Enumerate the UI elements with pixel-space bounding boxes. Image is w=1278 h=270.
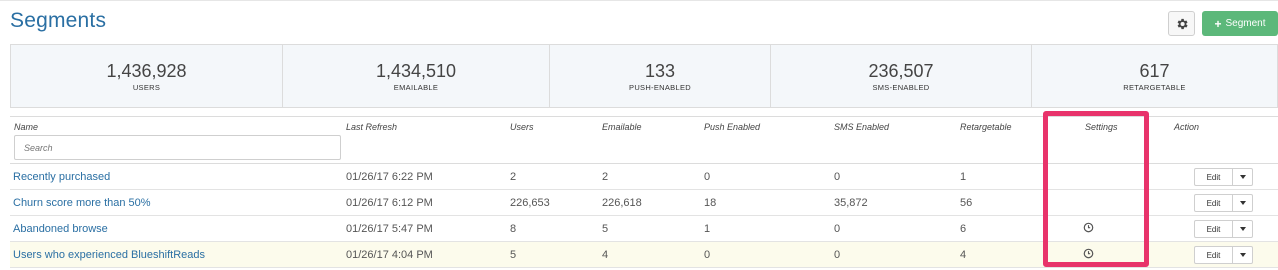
cell-push-enabled: 18 xyxy=(704,197,717,209)
stat-push-enabled: 133 PUSH-ENABLED xyxy=(550,45,771,107)
stat-value: 1,436,928 xyxy=(106,60,187,81)
stat-label: RETARGETABLE xyxy=(1123,82,1186,92)
stat-value: 617 xyxy=(1139,60,1170,81)
edit-button[interactable]: Edit xyxy=(1194,220,1233,238)
cell-users: 226,653 xyxy=(510,197,550,209)
edit-button[interactable]: Edit xyxy=(1194,194,1233,212)
action-dropdown-button[interactable] xyxy=(1233,220,1253,238)
search-input[interactable] xyxy=(14,135,341,160)
column-header-users[interactable]: Users xyxy=(510,122,534,132)
column-header-retargetable[interactable]: Retargetable xyxy=(960,122,1012,132)
chevron-down-icon xyxy=(1239,201,1246,205)
segment-name-link[interactable]: Abandoned browse xyxy=(13,223,108,235)
action-dropdown-button[interactable] xyxy=(1233,246,1253,264)
stats-bar: 1,436,928 USERS 1,434,510 EMAILABLE 133 … xyxy=(10,44,1278,108)
add-segment-label: Segment xyxy=(1225,18,1266,29)
stat-label: PUSH-ENABLED xyxy=(629,82,691,92)
column-header-action: Action xyxy=(1174,122,1200,132)
plus-icon: + xyxy=(1214,16,1222,31)
cell-last-refresh: 01/26/17 6:12 PM xyxy=(346,197,433,209)
stat-value: 236,507 xyxy=(868,60,934,81)
cell-last-refresh: 01/26/17 4:04 PM xyxy=(346,249,433,261)
column-header-emailable[interactable]: Emailable xyxy=(602,122,642,132)
cell-sms-enabled: 0 xyxy=(834,171,841,183)
stat-label: SMS-ENABLED xyxy=(872,82,930,92)
cell-emailable: 226,618 xyxy=(602,197,642,209)
cell-push-enabled: 0 xyxy=(704,249,711,261)
action-dropdown-button[interactable] xyxy=(1233,194,1253,212)
add-segment-button[interactable]: + Segment xyxy=(1202,11,1278,36)
cell-push-enabled: 0 xyxy=(704,171,711,183)
action-group: Edit xyxy=(1194,168,1253,186)
top-divider xyxy=(0,0,1278,3)
settings-column-highlight xyxy=(1043,111,1149,267)
cell-retargetable: 6 xyxy=(960,223,967,235)
stat-emailable: 1,434,510 EMAILABLE xyxy=(283,45,550,107)
column-header-push-enabled[interactable]: Push Enabled xyxy=(704,122,760,132)
cell-users: 5 xyxy=(510,249,517,261)
stat-users: 1,436,928 USERS xyxy=(11,45,283,107)
cell-sms-enabled: 0 xyxy=(834,223,841,235)
cell-last-refresh: 01/26/17 6:22 PM xyxy=(346,171,433,183)
gear-icon xyxy=(1177,18,1188,29)
edit-button[interactable]: Edit xyxy=(1194,246,1233,264)
column-header-last-refresh[interactable]: Last Refresh xyxy=(346,122,397,132)
cell-push-enabled: 1 xyxy=(704,223,711,235)
cell-retargetable: 1 xyxy=(960,171,967,183)
stat-label: EMAILABLE xyxy=(393,82,439,92)
action-group: Edit xyxy=(1194,246,1253,264)
action-dropdown-button[interactable] xyxy=(1233,168,1253,186)
page-title: Segments xyxy=(10,9,107,32)
stat-value: 1,434,510 xyxy=(375,60,457,81)
cell-sms-enabled: 35,872 xyxy=(834,197,868,209)
edit-button[interactable]: Edit xyxy=(1194,168,1233,186)
segment-name-link[interactable]: Recently purchased xyxy=(13,171,110,183)
chevron-down-icon xyxy=(1239,227,1246,231)
column-header-name[interactable]: Name xyxy=(14,122,38,132)
chevron-down-icon xyxy=(1239,253,1246,257)
settings-button[interactable] xyxy=(1168,11,1195,36)
cell-emailable: 2 xyxy=(602,171,609,183)
stat-label: USERS xyxy=(132,82,161,92)
action-group: Edit xyxy=(1194,194,1253,212)
stat-value: 133 xyxy=(644,60,676,81)
action-group: Edit xyxy=(1194,220,1253,238)
stat-retargetable: 617 RETARGETABLE xyxy=(1032,45,1277,107)
cell-emailable: 5 xyxy=(602,223,609,235)
cell-retargetable: 56 xyxy=(960,197,973,209)
cell-sms-enabled: 0 xyxy=(834,249,841,261)
cell-users: 2 xyxy=(510,171,517,183)
chevron-down-icon xyxy=(1239,175,1246,179)
cell-retargetable: 4 xyxy=(960,249,967,261)
segment-name-link[interactable]: Churn score more than 50% xyxy=(13,197,151,209)
column-header-sms-enabled[interactable]: SMS Enabled xyxy=(834,122,889,132)
cell-users: 8 xyxy=(510,223,517,235)
cell-emailable: 4 xyxy=(602,249,609,261)
cell-last-refresh: 01/26/17 5:47 PM xyxy=(346,223,433,235)
stat-sms-enabled: 236,507 SMS-ENABLED xyxy=(771,45,1032,107)
segment-name-link[interactable]: Users who experienced BlueshiftReads xyxy=(13,249,205,261)
